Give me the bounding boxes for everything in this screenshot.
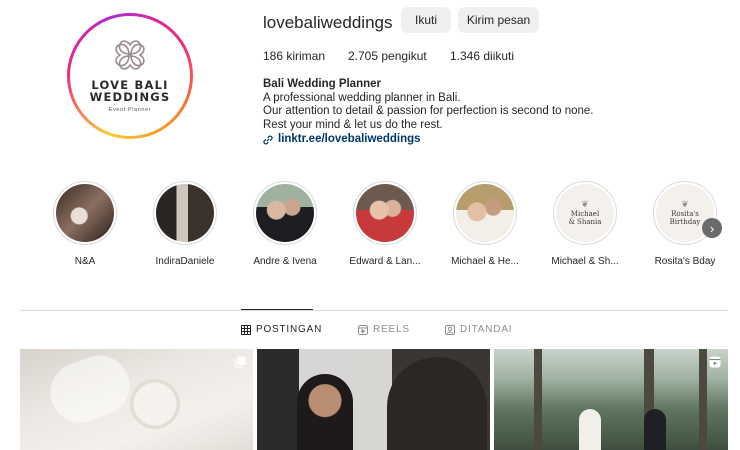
highlight-item[interactable]: Michael & He... (435, 181, 535, 267)
post-thumbnail[interactable] (494, 349, 728, 450)
highlight-ring (53, 181, 117, 245)
post-thumbnail[interactable] (20, 349, 253, 450)
bride-figure (579, 409, 601, 450)
tab-tagged-label: DITANDAI (460, 324, 513, 335)
guest-figure (387, 357, 487, 450)
tree-trunk (699, 349, 707, 450)
highlight-thumbnail (356, 184, 414, 242)
profile-bio: Bali Wedding Planner A professional wedd… (263, 78, 594, 147)
bio-link[interactable]: linktr.ee/lovebaliweddings (263, 133, 594, 147)
highlight-thumbnail (56, 184, 114, 242)
profile-avatar[interactable]: LOVE BALI WEDDINGS Event Planner (67, 13, 193, 139)
tab-posts[interactable]: POSTINGAN (241, 324, 322, 335)
tab-tagged[interactable]: DITANDAI (445, 324, 512, 335)
reels-icon (709, 356, 721, 368)
ribbon-detail (42, 349, 138, 431)
profile-logo: LOVE BALI WEDDINGS Event Planner (70, 16, 190, 136)
highlight-label: Edward & Lan... (349, 256, 421, 267)
following-count[interactable]: 1.346 diikuti (450, 49, 514, 63)
highlight-label: Rosita's Bday (654, 256, 716, 267)
tagged-icon (445, 324, 455, 335)
bio-line: Rest your mind & let us do the rest. (263, 118, 443, 131)
tree-trunk (534, 349, 542, 450)
card-text: Michael (570, 209, 600, 218)
logo-title-line-2: WEDDINGS (89, 90, 171, 104)
highlight-ring (153, 181, 217, 245)
highlight-ring: ❦ Michael & Shania (553, 181, 617, 245)
highlight-label: IndiraDaniele (155, 256, 215, 267)
highlight-item[interactable]: IndiraDaniele (135, 181, 235, 267)
tab-reels-label: REELS (373, 324, 410, 335)
highlight-thumbnail (256, 184, 314, 242)
highlight-label: Michael & He... (451, 256, 519, 267)
tabs-divider (20, 310, 728, 311)
highlight-label: N&A (74, 256, 96, 267)
carousel-icon (234, 356, 246, 368)
chevron-right-icon[interactable]: › (702, 218, 722, 238)
bio-name: Bali Wedding Planner (263, 78, 381, 90)
active-tab-indicator (241, 309, 313, 310)
followers-count[interactable]: 2.705 pengikut (348, 49, 450, 63)
highlight-label: Michael & Sh... (551, 256, 619, 267)
tab-reels[interactable]: REELS (358, 324, 410, 335)
highlight-item[interactable]: N&A (35, 181, 135, 267)
guest-figure (297, 374, 353, 450)
highlight-thumbnail (156, 184, 214, 242)
reels-icon (358, 324, 368, 335)
highlight-thumbnail: ❦ Michael & Shania (556, 184, 614, 242)
leaf-icon: ❦ (581, 199, 589, 210)
highlight-item[interactable]: Edward & Lan... (335, 181, 435, 267)
card-text: Rosita's (671, 209, 699, 218)
bio-line: A professional wedding planner in Bali. (263, 91, 461, 104)
bio-link-text: linktr.ee/lovebaliweddings (278, 133, 421, 146)
highlight-item[interactable]: Andre & Ivena (235, 181, 335, 267)
profile-username: lovebaliweddings (263, 13, 393, 32)
highlight-item[interactable]: ❦ Michael & Shania Michael & Sh... (535, 181, 635, 267)
highlight-label: Andre & Ivena (253, 256, 317, 267)
leaf-icon: ❦ (681, 199, 689, 210)
highlight-ring (353, 181, 417, 245)
logo-tagline: Event Planner (108, 107, 152, 113)
card-text: Birthday (669, 217, 701, 226)
wax-seal-detail (130, 379, 180, 429)
follow-button[interactable]: Ikuti (401, 7, 451, 33)
bio-line: Our attention to detail & passion for pe… (263, 105, 594, 118)
groom-figure (644, 409, 666, 450)
card-text: & Shania (568, 217, 602, 226)
profile-stats: 186 kiriman 2.705 pengikut 1.346 diikuti (263, 49, 514, 63)
story-highlights: N&A IndiraDaniele Andre & Ivena Edward &… (0, 181, 740, 271)
post-thumbnail[interactable] (257, 349, 490, 450)
send-message-button[interactable]: Kirim pesan (458, 7, 539, 33)
grid-icon (241, 324, 251, 335)
link-icon (263, 135, 273, 145)
highlight-ring (453, 181, 517, 245)
clover-logo-icon (115, 40, 145, 70)
highlight-thumbnail (456, 184, 514, 242)
highlight-ring (253, 181, 317, 245)
posts-count: 186 kiriman (263, 49, 326, 63)
tab-posts-label: POSTINGAN (256, 324, 323, 335)
